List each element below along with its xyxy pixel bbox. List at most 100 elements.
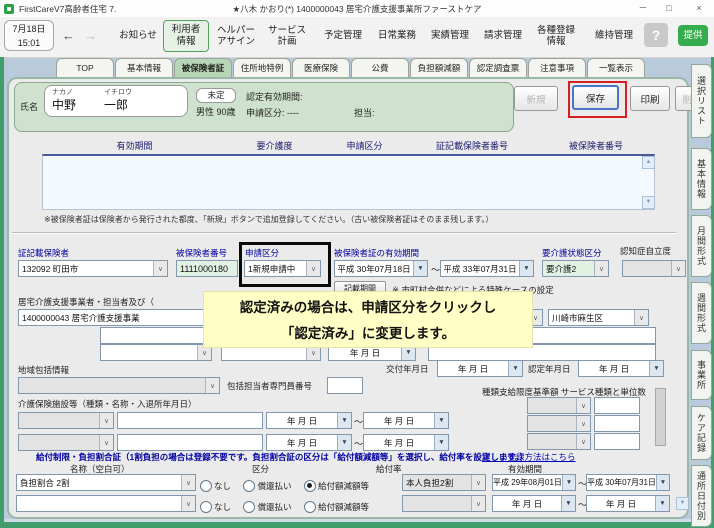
dropdown-arrow-icon[interactable]: ∨ xyxy=(671,261,685,276)
tab-nintei-chousa[interactable]: 認定調査票 xyxy=(469,58,527,77)
benefit-to-date-1[interactable]: 平成 30年07月31日 ▼ xyxy=(586,474,670,491)
calendar-dropdown-icon[interactable]: ▼ xyxy=(434,413,448,428)
calendar-dropdown-icon[interactable]: ▼ xyxy=(413,261,427,276)
service-unit-input-2[interactable] xyxy=(594,415,640,432)
service-unit-input-1[interactable] xyxy=(594,397,640,414)
calendar-dropdown-icon[interactable]: ▼ xyxy=(649,361,663,376)
nav-item-nichijou-gyoumu[interactable]: 日常業務 xyxy=(373,31,421,42)
tab-chuui-jikou[interactable]: 注意事項 xyxy=(528,58,586,77)
tab-ichiran-hyouji[interactable]: 一覧表示 xyxy=(587,58,645,77)
calendar-dropdown-icon[interactable]: ▼ xyxy=(655,496,669,511)
tab-top[interactable]: TOP xyxy=(56,58,114,77)
houkatsu-input[interactable] xyxy=(327,377,363,394)
scroll-up-icon[interactable]: ▲ xyxy=(642,156,655,169)
dropdown-arrow-icon[interactable]: ∨ xyxy=(594,261,608,276)
dropdown-arrow-icon[interactable]: ∨ xyxy=(306,261,320,276)
chiiki-select[interactable]: ∨ xyxy=(18,377,220,394)
nav-item-riyousha-johou[interactable]: 利用者 情報 xyxy=(163,20,209,52)
radio-nashi[interactable] xyxy=(200,480,212,492)
dropdown-arrow-icon[interactable]: ∨ xyxy=(576,416,590,431)
calendar-dropdown-icon[interactable]: ▼ xyxy=(434,435,448,450)
calendar-dropdown-icon[interactable]: ▼ xyxy=(337,435,351,450)
insured-no-input[interactable]: 1111000180 xyxy=(176,260,238,277)
facility-out-date-2[interactable]: 年 月 日▼ xyxy=(363,434,449,451)
dropdown-arrow-icon[interactable]: ∨ xyxy=(99,413,113,428)
calendar-dropdown-icon[interactable]: ▼ xyxy=(562,475,575,490)
tab-iryou-hoken[interactable]: 医療保険 xyxy=(292,58,350,77)
benefit-rate-select-1[interactable]: 本人負担2割 ∨ xyxy=(402,474,486,491)
help-button[interactable]: ? xyxy=(644,23,668,47)
dropdown-arrow-icon[interactable]: ∨ xyxy=(471,475,485,490)
nav-item-iji-kanri[interactable]: 維持管理 xyxy=(590,31,638,42)
service-type-select-1[interactable]: ∨ xyxy=(527,397,591,414)
close-button[interactable]: × xyxy=(690,0,708,17)
minimize-button[interactable]: － xyxy=(634,0,652,17)
dropdown-arrow-icon[interactable]: ∨ xyxy=(576,398,590,413)
tab-kouhi[interactable]: 公費 xyxy=(351,58,409,77)
benefit-from-date-1[interactable]: 平成 29年08月01日 ▼ xyxy=(492,474,576,491)
facility-name-input-2[interactable] xyxy=(117,434,263,451)
tab-kihon-johou[interactable]: 基本情報 xyxy=(115,58,173,77)
nintei-date[interactable]: 年 月 日 ▼ xyxy=(578,360,664,377)
facility-in-date-1[interactable]: 年 月 日▼ xyxy=(266,412,352,429)
form-scroll-down-icon[interactable]: ▼ xyxy=(676,497,689,510)
koufu-date[interactable]: 年 月 日 ▼ xyxy=(437,360,523,377)
provide-button[interactable]: 提供 xyxy=(678,25,708,46)
ward-select[interactable]: 川崎市麻生区 ∨ xyxy=(548,309,649,326)
benefit-to-date-2[interactable]: 年 月 日 ▼ xyxy=(586,495,670,512)
facility-type-select-2[interactable]: ∨ xyxy=(18,434,114,451)
benefit-from-date-2[interactable]: 年 月 日 ▼ xyxy=(492,495,576,512)
calendar-dropdown-icon[interactable]: ▼ xyxy=(519,261,533,276)
maximize-button[interactable]: □ xyxy=(660,0,678,17)
facility-out-date-1[interactable]: 年 月 日▼ xyxy=(363,412,449,429)
benefit-rate-select-2[interactable]: ∨ xyxy=(402,495,486,512)
scroll-down-icon[interactable]: ▼ xyxy=(642,196,655,209)
nav-item-helper-assign[interactable]: ヘルパー アサイン xyxy=(211,26,261,48)
dropdown-arrow-icon[interactable]: ∨ xyxy=(205,378,219,393)
tab-juushochi-tokurei[interactable]: 住所地特例 xyxy=(233,58,291,77)
dementia-select[interactable]: ∨ xyxy=(622,260,686,277)
calendar-dropdown-icon[interactable]: ▼ xyxy=(337,413,351,428)
print-button[interactable]: 印刷 xyxy=(630,86,670,111)
provider-select[interactable]: 1400000043 居宅介護支援事業 xyxy=(18,309,208,326)
radio-shoukan[interactable] xyxy=(243,501,255,513)
radio-gengaku[interactable] xyxy=(304,501,316,513)
nav-item-kakushu-touroku[interactable]: 各種登録 情報 xyxy=(530,26,582,48)
dropdown-arrow-icon[interactable]: ∨ xyxy=(99,435,113,450)
nav-item-jisseki-kanri[interactable]: 実績管理 xyxy=(426,31,474,42)
provider-sub-select-1[interactable]: ∨ xyxy=(100,344,212,361)
service-unit-input-3[interactable] xyxy=(594,433,640,450)
history-table-body[interactable] xyxy=(42,154,655,210)
form-scrollbar-thumb[interactable] xyxy=(655,388,666,446)
calendar-dropdown-icon[interactable]: ▼ xyxy=(656,475,669,490)
benefit-name-select-1[interactable]: 負担割合 2割 ∨ xyxy=(16,474,196,491)
new-button[interactable]: 新規 xyxy=(514,86,558,111)
side-tab-tsuusho-hizuke[interactable]: 通所日付別 xyxy=(691,465,712,527)
forward-icon[interactable]: → xyxy=(84,28,97,43)
service-type-select-3[interactable]: ∨ xyxy=(527,433,591,450)
care-level-select[interactable]: 要介護2 ∨ xyxy=(542,260,609,277)
side-tab-shuukan-keishiki[interactable]: 週間形式 xyxy=(691,282,712,344)
dropdown-arrow-icon[interactable]: ∨ xyxy=(576,434,590,449)
tab-futangaku-gengaku[interactable]: 負担額減額 xyxy=(410,58,468,77)
side-tab-gekkan-keishiki[interactable]: 月間形式 xyxy=(691,215,712,277)
dropdown-arrow-icon[interactable]: ∨ xyxy=(181,496,195,511)
insurer-select[interactable]: 132092 町田市 ∨ xyxy=(18,260,168,277)
facility-type-select-1[interactable]: ∨ xyxy=(18,412,114,429)
apply-division-select[interactable]: 1新規申請中 ∨ xyxy=(244,260,321,277)
radio-shoukan[interactable] xyxy=(243,480,255,492)
calendar-dropdown-icon[interactable]: ▼ xyxy=(508,361,522,376)
radio-nashi[interactable] xyxy=(200,501,212,513)
nav-item-service-keikaku[interactable]: サービス 計画 xyxy=(262,26,312,48)
facility-in-date-2[interactable]: 年 月 日▼ xyxy=(266,434,352,451)
side-tab-kihon-johou[interactable]: 基本情報 xyxy=(691,148,712,210)
dropdown-arrow-icon[interactable]: ∨ xyxy=(634,310,648,325)
nav-item-yotei-kanri[interactable]: 予定管理 xyxy=(319,31,367,42)
radio-gengaku[interactable] xyxy=(304,480,316,492)
save-button[interactable]: 保存 xyxy=(572,85,619,110)
service-type-select-2[interactable]: ∨ xyxy=(527,415,591,432)
side-tab-care-kiroku[interactable]: ケア記録 xyxy=(691,406,712,460)
validity-from-date[interactable]: 平成 30年07月18日 ▼ xyxy=(334,260,428,277)
nav-item-seikyuu-kanri[interactable]: 請求管理 xyxy=(479,31,527,42)
back-icon[interactable]: ← xyxy=(62,28,75,43)
